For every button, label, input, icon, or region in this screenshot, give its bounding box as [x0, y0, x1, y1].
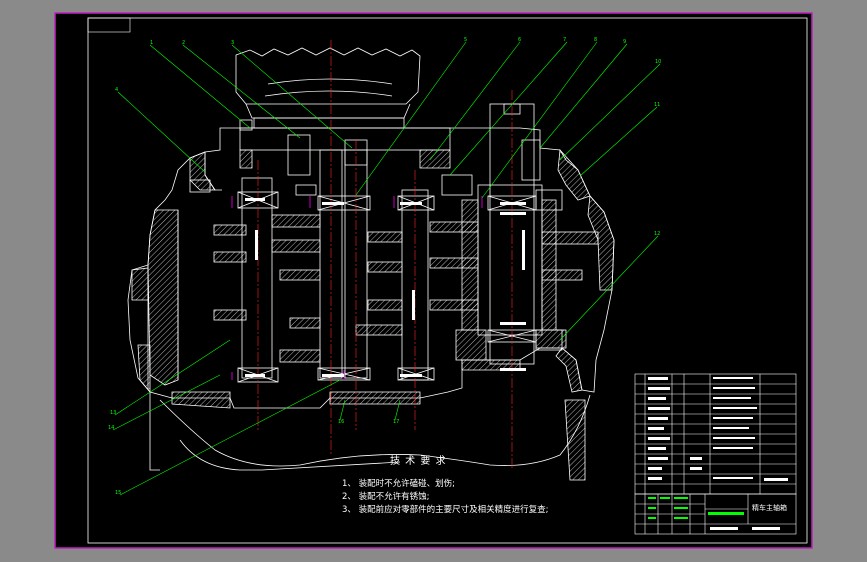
svg-text:13: 13 — [110, 410, 116, 416]
svg-text:10: 10 — [655, 59, 661, 65]
svg-text:11: 11 — [654, 102, 660, 108]
svg-text:12: 12 — [654, 231, 660, 237]
svg-text:15: 15 — [115, 490, 121, 496]
svg-text:2: 2 — [182, 40, 185, 46]
svg-text:4: 4 — [115, 87, 118, 93]
svg-text:8: 8 — [594, 37, 597, 43]
svg-text:3: 3 — [231, 40, 234, 46]
svg-text:7: 7 — [563, 37, 566, 43]
svg-text:6: 6 — [518, 37, 521, 43]
requirement-3: 3、 装配前应对零部件的主要尺寸及相关精度进行复查; — [342, 505, 549, 515]
svg-text:14: 14 — [108, 425, 114, 431]
svg-text:5: 5 — [464, 37, 467, 43]
drawing-name: 精车主轴箱 — [752, 504, 787, 512]
left-wall-hatch — [147, 209, 179, 386]
svg-text:16: 16 — [338, 419, 344, 425]
svg-text:17: 17 — [393, 419, 399, 425]
svg-text:1: 1 — [150, 40, 153, 46]
technical-requirements-title: 技 术 要 求 — [390, 456, 447, 467]
svg-text:9: 9 — [623, 39, 626, 45]
